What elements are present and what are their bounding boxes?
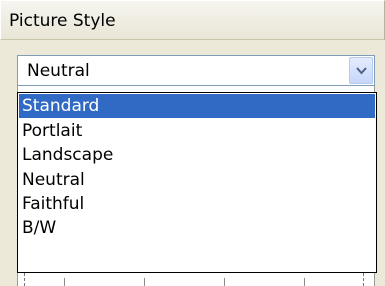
option-standard[interactable]: Standard — [19, 94, 375, 118]
curve-ticks — [24, 278, 364, 286]
picture-style-select[interactable]: Neutral — [17, 55, 375, 86]
option-bw[interactable]: B/W — [19, 216, 375, 240]
option-neutral[interactable]: Neutral — [19, 168, 375, 192]
tick-mark — [304, 278, 305, 286]
picture-style-options: Standard Portlait Landscape Neutral Fait… — [17, 92, 377, 273]
tick-mark — [224, 278, 225, 286]
tick-mark — [144, 278, 145, 286]
selected-style-value: Neutral — [27, 61, 90, 81]
picture-style-panel: Picture Style Neutral Standard Portlait … — [0, 0, 385, 286]
option-faithful[interactable]: Faithful — [19, 192, 375, 216]
panel-title: Picture Style — [9, 11, 116, 31]
chevron-down-icon — [356, 67, 367, 75]
dropdown-toggle-button[interactable] — [349, 57, 373, 84]
option-landscape[interactable]: Landscape — [19, 143, 375, 167]
panel-header: Picture Style — [0, 0, 385, 40]
tick-mark — [64, 278, 65, 286]
option-portrait[interactable]: Portlait — [19, 119, 375, 143]
